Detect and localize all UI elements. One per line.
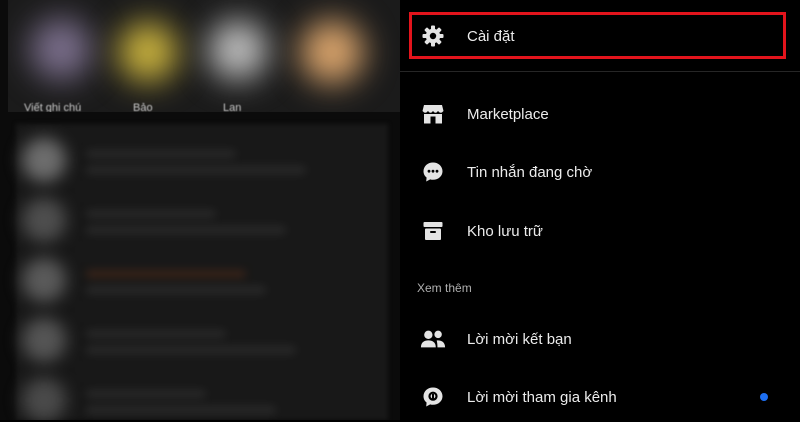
- story-avatar[interactable]: [208, 20, 268, 80]
- story-avatar[interactable]: [300, 20, 364, 84]
- menu-item-marketplace[interactable]: Marketplace: [400, 89, 800, 139]
- chat-preview: [86, 270, 246, 278]
- conversation-pane: Viết ghi chú Bảo Lan: [0, 0, 400, 420]
- channel-invite-icon: [420, 384, 446, 410]
- archive-box-icon: [420, 218, 446, 244]
- gear-icon: [420, 23, 446, 49]
- chat-preview: [86, 166, 306, 174]
- avatar: [22, 378, 66, 420]
- menu-item-label: Kho lưu trữ: [467, 222, 543, 240]
- chat-bubble-icon: [420, 159, 446, 185]
- menu-item-archive[interactable]: Kho lưu trữ: [400, 206, 800, 256]
- chat-preview: [86, 150, 236, 158]
- story-avatar[interactable]: [118, 22, 178, 82]
- menu-item-label: Lời mời tham gia kênh: [467, 388, 617, 406]
- chat-preview: [86, 210, 216, 218]
- avatar: [22, 198, 66, 242]
- avatar: [22, 318, 66, 362]
- chat-preview: [86, 226, 286, 234]
- stories-row: Viết ghi chú Bảo Lan: [8, 0, 400, 112]
- menu-item-pending-messages[interactable]: Tin nhắn đang chờ: [400, 147, 800, 197]
- menu-item-friend-requests[interactable]: Lời mời kết bạn: [400, 314, 800, 364]
- storefront-icon: [420, 101, 446, 127]
- chat-preview: [86, 390, 206, 398]
- unread-dot: [760, 393, 768, 401]
- avatar: [22, 138, 66, 182]
- menu-item-channel-invites[interactable]: Lời mời tham gia kênh: [400, 372, 800, 422]
- chat-preview: [86, 406, 276, 414]
- story-labels: Viết ghi chú Bảo Lan: [8, 102, 400, 112]
- story-label: Viết ghi chú: [24, 102, 82, 112]
- list-item[interactable]: [16, 310, 388, 366]
- story-avatar[interactable]: [30, 18, 92, 80]
- list-item[interactable]: [16, 130, 388, 186]
- avatar: [22, 258, 66, 302]
- chat-list: [16, 124, 388, 420]
- section-label: Xem thêm: [417, 281, 472, 295]
- story-label: Bảo: [133, 102, 153, 112]
- menu-item-settings[interactable]: Cài đặt: [400, 11, 800, 61]
- friends-icon: [420, 326, 446, 352]
- menu-item-label: Cài đặt: [467, 27, 515, 45]
- chat-preview: [86, 330, 226, 338]
- menu-divider: [400, 71, 800, 72]
- list-item[interactable]: [16, 370, 388, 420]
- chat-preview: [86, 346, 296, 354]
- side-menu: Cài đặt Marketplace Tin nhắn đang chờ Kh…: [400, 0, 800, 420]
- menu-item-label: Tin nhắn đang chờ: [467, 163, 593, 181]
- chat-preview: [86, 286, 266, 294]
- menu-item-label: Marketplace: [467, 105, 549, 123]
- list-item[interactable]: [16, 190, 388, 246]
- list-item[interactable]: [16, 250, 388, 306]
- story-label: Lan: [223, 102, 242, 112]
- menu-item-label: Lời mời kết bạn: [467, 330, 572, 348]
